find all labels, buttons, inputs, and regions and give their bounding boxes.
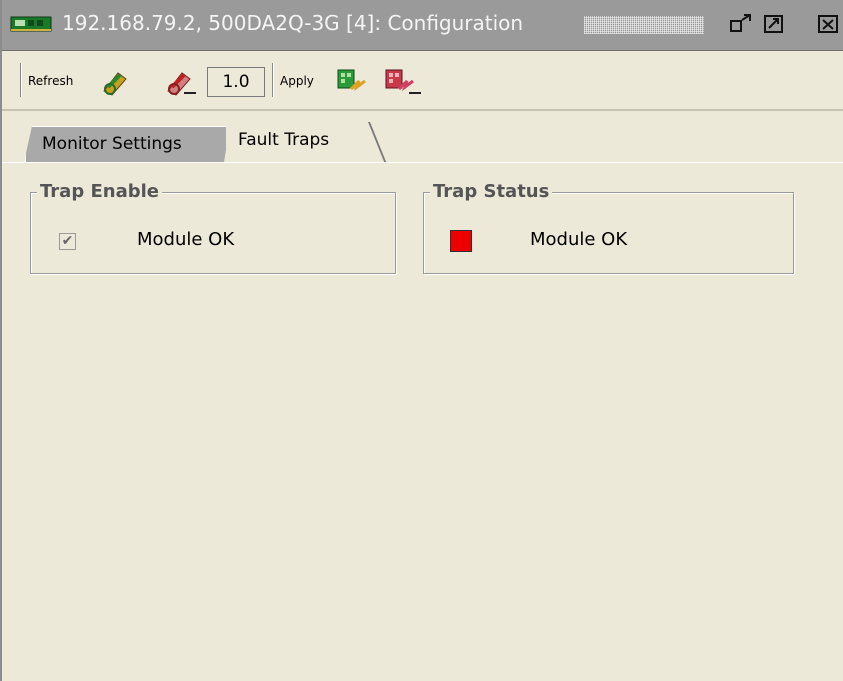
window-title: 192.168.79.2, 500DA2Q-3G [4]: Configurat… [62, 11, 524, 35]
apply-button[interactable]: Apply [280, 74, 314, 88]
module-ok-enable-label: Module OK [137, 229, 235, 250]
apply-green-icon[interactable] [335, 67, 371, 97]
trap-enable-group: Trap Enable ✔ Module OK [30, 181, 396, 274]
toolbar: Refresh 1.0 Apply [2, 51, 843, 111]
version-field[interactable]: 1.0 [207, 67, 265, 97]
refresh-green-icon[interactable] [98, 67, 132, 97]
tab-strip: Monitor Settings Fault Traps [2, 118, 843, 164]
tab-label: Monitor Settings [42, 134, 182, 154]
refresh-red-icon[interactable] [162, 67, 200, 97]
title-bar[interactable]: 192.168.79.2, 500DA2Q-3G [4]: Configurat… [2, 0, 843, 51]
module-ok-status-label: Module OK [530, 229, 628, 250]
tab-fault-traps[interactable]: Fault Traps [226, 122, 388, 163]
toolbar-separator [20, 63, 22, 97]
tab-label: Fault Traps [238, 130, 330, 150]
maximize-icon[interactable] [762, 12, 788, 36]
apply-red-icon[interactable] [383, 67, 423, 97]
device-card-icon [10, 16, 52, 32]
close-icon[interactable] [816, 12, 842, 36]
tab-baseline [2, 162, 843, 163]
trap-status-title: Trap Status [430, 181, 553, 202]
refresh-button[interactable]: Refresh [28, 74, 73, 88]
undock-icon[interactable] [728, 12, 754, 36]
toolbar-separator [272, 63, 274, 97]
trap-enable-title: Trap Enable [37, 181, 162, 202]
tab-monitor-settings[interactable]: Monitor Settings [24, 126, 230, 162]
trap-status-group: Trap Status Module OK [423, 181, 794, 274]
module-ok-checkbox[interactable]: ✔ [59, 233, 76, 250]
title-bar-pattern [584, 16, 704, 34]
configuration-window: 192.168.79.2, 500DA2Q-3G [4]: Configurat… [0, 0, 843, 681]
module-ok-status-indicator [450, 230, 472, 252]
